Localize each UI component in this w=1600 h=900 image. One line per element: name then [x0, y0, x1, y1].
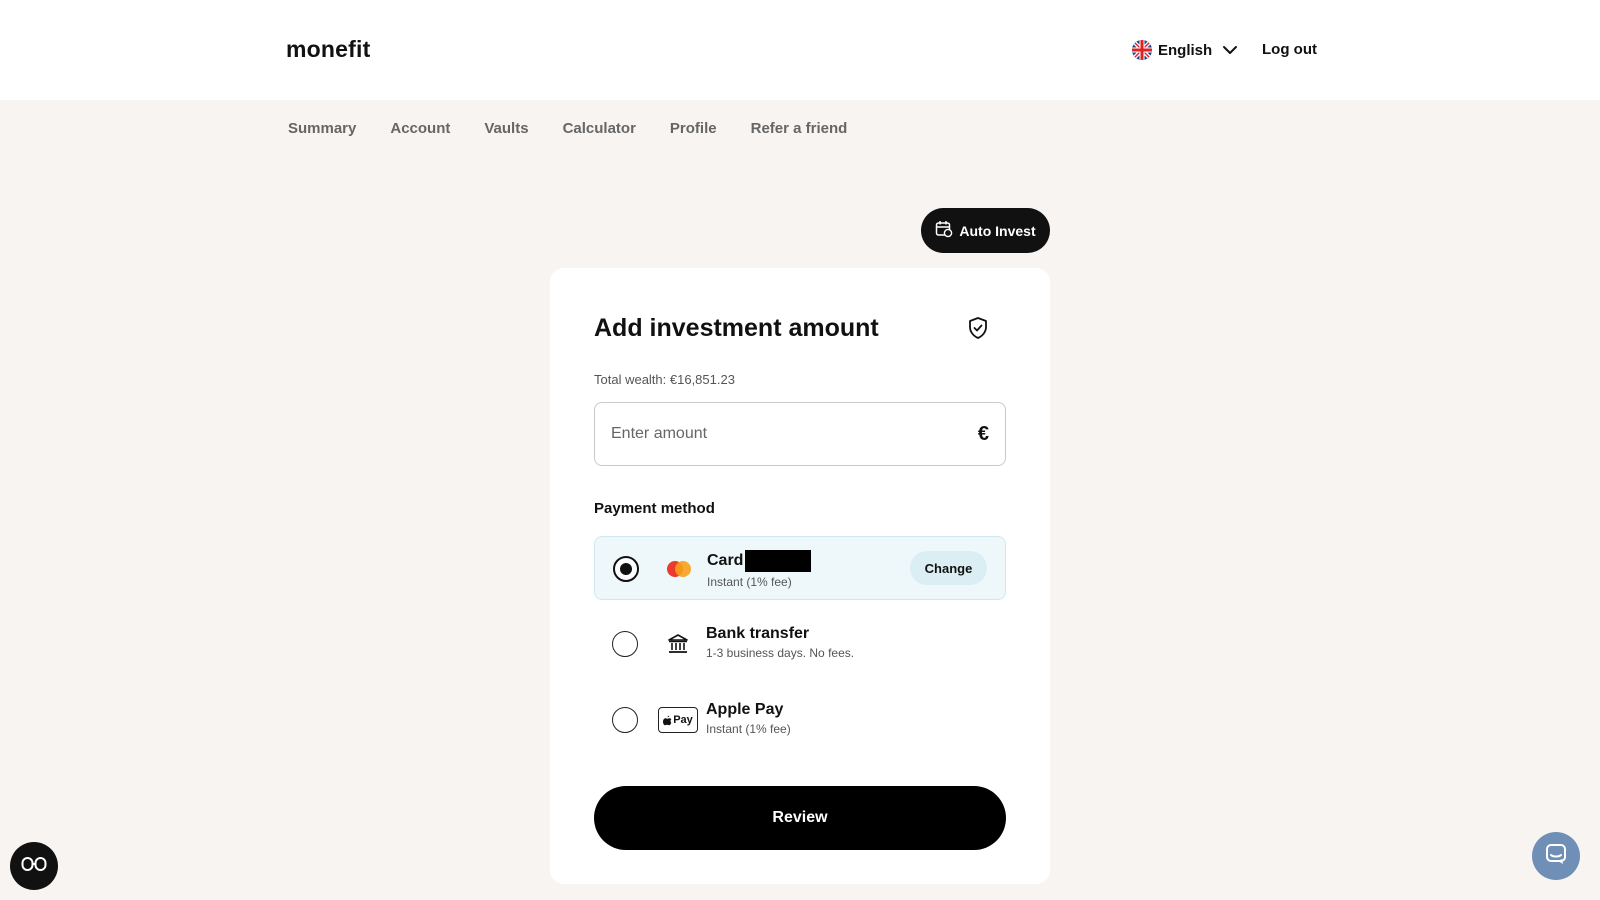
chat-button[interactable]: [1532, 832, 1580, 880]
bank-icon: [658, 630, 698, 658]
bank-transfer-name: Bank transfer: [706, 625, 810, 642]
page-title: Add investment amount: [594, 314, 879, 342]
payment-option-apple-pay[interactable]: Pay Apple Pay Instant (1% fee): [594, 688, 1006, 752]
apple-pay-text: Apple Pay Instant (1% fee): [706, 701, 791, 736]
uk-flag-icon: [1132, 40, 1152, 60]
main-nav: Summary Account Vaults Calculator Profil…: [288, 120, 847, 137]
investment-panel: Add investment amount Total wealth: €16,…: [550, 268, 1050, 884]
top-header: monefit English Log out: [0, 0, 1600, 100]
calendar-repeat-icon: [935, 220, 953, 241]
bank-transfer-text: Bank transfer 1-3 business days. No fees…: [706, 625, 854, 660]
apple-pay-badge-text: Pay: [673, 714, 693, 726]
total-wealth: Total wealth: €16,851.23: [594, 372, 735, 387]
change-card-button[interactable]: Change: [910, 551, 987, 585]
card-subtitle: Instant (1% fee): [707, 575, 792, 589]
card-text: Card Instant (1% fee): [707, 550, 812, 589]
accessibility-button[interactable]: [10, 842, 58, 890]
review-button[interactable]: Review: [594, 786, 1006, 850]
apple-pay-name: Apple Pay: [706, 701, 784, 718]
radio-card[interactable]: [613, 556, 639, 582]
nav-item-vaults[interactable]: Vaults: [484, 120, 528, 137]
mastercard-icon: [659, 555, 699, 583]
payment-option-card[interactable]: Card Instant (1% fee) Change: [594, 536, 1006, 600]
nav-item-profile[interactable]: Profile: [670, 120, 717, 137]
nav-item-calculator[interactable]: Calculator: [563, 120, 636, 137]
amount-input[interactable]: [611, 425, 978, 443]
apple-pay-icon: Pay: [658, 706, 698, 734]
logo[interactable]: monefit: [286, 36, 370, 63]
language-label: English: [1158, 41, 1213, 59]
apple-pay-subtitle: Instant (1% fee): [706, 722, 791, 736]
logout-link[interactable]: Log out: [1262, 41, 1317, 58]
chevron-down-icon: [1222, 42, 1238, 58]
accessibility-glasses-icon: [21, 856, 47, 877]
redacted-card-number: [745, 550, 812, 572]
payment-method-label: Payment method: [594, 500, 715, 517]
radio-apple-pay[interactable]: [612, 707, 638, 733]
card-name: Card: [707, 552, 744, 569]
card-name-row: Card: [707, 550, 812, 572]
auto-invest-label: Auto Invest: [959, 222, 1036, 239]
currency-symbol: €: [977, 422, 989, 445]
auto-invest-button[interactable]: Auto Invest: [921, 208, 1050, 253]
nav-item-account[interactable]: Account: [390, 120, 450, 137]
apple-pay-badge: Pay: [658, 707, 698, 733]
payment-option-bank-transfer[interactable]: Bank transfer 1-3 business days. No fees…: [594, 612, 1006, 676]
nav-item-summary[interactable]: Summary: [288, 120, 356, 137]
language-selector[interactable]: English: [1132, 38, 1238, 62]
radio-bank-transfer[interactable]: [612, 631, 638, 657]
chat-icon: [1544, 842, 1568, 871]
amount-field-wrapper: €: [594, 402, 1006, 466]
bank-transfer-subtitle: 1-3 business days. No fees.: [706, 646, 855, 660]
shield-check-icon: [966, 316, 990, 340]
nav-item-refer-a-friend[interactable]: Refer a friend: [751, 120, 848, 137]
